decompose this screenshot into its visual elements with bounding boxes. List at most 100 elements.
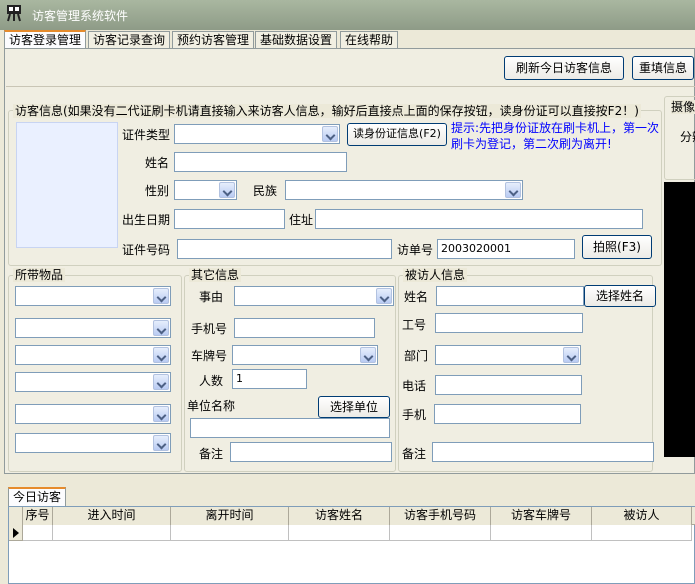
count-input[interactable]: 1 xyxy=(232,369,307,389)
visitee-name-input[interactable] xyxy=(436,286,584,306)
visitee-mobile-label: 手机 xyxy=(402,408,427,422)
grid-cell[interactable] xyxy=(289,525,390,541)
visitee-note-label: 备注 xyxy=(402,447,427,461)
title-bar: 访客管理系统软件 xyxy=(0,0,695,30)
read-id-card-button[interactable]: 读身份证信息(F2) xyxy=(347,123,447,146)
tab-basic-data[interactable]: 基础数据设置 xyxy=(255,31,338,48)
column-header-visitor-plate[interactable]: 访客车牌号 xyxy=(491,507,592,525)
carried-item-select-1[interactable] xyxy=(15,286,171,306)
app-camera-icon xyxy=(7,5,21,22)
grid-cell[interactable] xyxy=(171,525,289,541)
chevron-down-icon[interactable] xyxy=(360,347,376,363)
ethnicity-label: 民族 xyxy=(253,184,278,198)
id-type-label: 证件类型 xyxy=(122,128,171,142)
birth-date-label: 出生日期 xyxy=(122,213,171,227)
chevron-down-icon[interactable] xyxy=(153,320,169,336)
tab-visitor-login[interactable]: 访客登录管理 xyxy=(4,30,87,49)
carried-item-select-2[interactable] xyxy=(15,318,171,338)
carried-item-select-4[interactable] xyxy=(15,372,171,392)
reason-label: 事由 xyxy=(199,290,224,304)
current-row-arrow-icon xyxy=(9,525,23,541)
name-label: 姓名 xyxy=(145,156,170,170)
id-number-input[interactable] xyxy=(177,239,392,259)
camera-label: 摄像 xyxy=(671,100,695,114)
grid-cell[interactable] xyxy=(23,525,53,541)
chevron-down-icon[interactable] xyxy=(505,182,521,198)
visitee-phone-label: 电话 xyxy=(402,379,427,393)
grid-cell[interactable] xyxy=(390,525,491,541)
take-photo-button[interactable]: 拍照(F3) xyxy=(582,235,652,259)
job-number-label: 工号 xyxy=(402,318,427,332)
column-header-enter-time[interactable]: 进入时间 xyxy=(53,507,171,525)
column-header-leave-time[interactable]: 离开时间 xyxy=(171,507,289,525)
reset-form-button[interactable]: 重填信息 xyxy=(632,56,694,80)
plate-label: 车牌号 xyxy=(191,349,228,363)
grid-cell[interactable] xyxy=(491,525,592,541)
window-title: 访客管理系统软件 xyxy=(32,9,129,23)
chevron-down-icon[interactable] xyxy=(153,406,169,422)
today-visitors-grid: 序号 进入时间 离开时间 访客姓名 访客手机号码 访客车牌号 被访人 xyxy=(8,506,695,584)
carried-item-select-3[interactable] xyxy=(15,345,171,365)
visit-number-input[interactable]: 2003020001 xyxy=(437,239,575,259)
visitee-phone-input[interactable] xyxy=(435,375,582,395)
chevron-down-icon[interactable] xyxy=(376,288,392,304)
note-input[interactable] xyxy=(230,442,392,462)
carried-item-select-6[interactable] xyxy=(15,433,171,453)
tab-visitor-records[interactable]: 访客记录查询 xyxy=(88,31,171,48)
visitee-note-input[interactable] xyxy=(432,442,654,462)
chevron-down-icon[interactable] xyxy=(153,347,169,363)
gender-label: 性别 xyxy=(145,184,170,198)
department-label: 部门 xyxy=(404,349,429,363)
visitor-info-legend: 访客信息(如果没有二代证刷卡机请直接输入来访客人信息，输好后直接点上面的保存按钮… xyxy=(13,104,641,118)
count-label: 人数 xyxy=(199,374,224,388)
unit-input[interactable] xyxy=(190,418,390,438)
tab-appointments[interactable]: 预约访客管理 xyxy=(172,31,255,48)
carried-items-legend: 所带物品 xyxy=(13,268,66,282)
note-label: 备注 xyxy=(199,447,224,461)
visitor-photo xyxy=(16,122,118,248)
tab-today-visitors[interactable]: 今日访客 xyxy=(8,487,67,506)
address-label: 住址 xyxy=(289,213,314,227)
select-name-button[interactable]: 选择姓名 xyxy=(584,285,656,307)
chevron-down-icon[interactable] xyxy=(153,435,169,451)
column-header-visitor-name[interactable]: 访客姓名 xyxy=(289,507,390,525)
visitee-name-label: 姓名 xyxy=(404,290,429,304)
chevron-down-icon[interactable] xyxy=(153,288,169,304)
grid-cell[interactable] xyxy=(592,525,692,541)
grid-header: 序号 进入时间 离开时间 访客姓名 访客手机号码 访客车牌号 被访人 xyxy=(9,507,695,525)
carried-item-select-5[interactable] xyxy=(15,404,171,424)
chevron-down-icon[interactable] xyxy=(322,126,338,142)
camera-preview xyxy=(664,182,695,457)
visitee-mobile-input[interactable] xyxy=(434,404,581,424)
department-select[interactable] xyxy=(435,345,581,365)
phone-input[interactable] xyxy=(234,318,375,338)
main-tabs: 访客登录管理 访客记录查询 预约访客管理 基础数据设置 在线帮助 xyxy=(0,30,695,49)
chevron-down-icon[interactable] xyxy=(219,182,235,198)
phone-label: 手机号 xyxy=(191,322,228,336)
other-info-legend: 其它信息 xyxy=(189,268,242,282)
grid-corner xyxy=(9,507,23,525)
chevron-down-icon[interactable] xyxy=(563,347,579,363)
visit-number-label: 访单号 xyxy=(397,243,434,257)
resolution-label: 分辨 xyxy=(680,130,695,144)
column-header-visitee[interactable]: 被访人 xyxy=(592,507,692,525)
birth-date-input[interactable] xyxy=(174,209,285,229)
visitee-info-legend: 被访人信息 xyxy=(403,268,468,282)
id-type-select[interactable] xyxy=(174,124,340,144)
reason-select[interactable] xyxy=(234,286,394,306)
job-number-input[interactable] xyxy=(435,313,583,333)
select-unit-button[interactable]: 选择单位 xyxy=(318,396,390,418)
name-input[interactable] xyxy=(174,152,347,172)
id-number-label: 证件号码 xyxy=(122,243,171,257)
tab-online-help[interactable]: 在线帮助 xyxy=(340,31,399,48)
grid-cell[interactable] xyxy=(53,525,171,541)
column-header-index[interactable]: 序号 xyxy=(23,507,53,525)
refresh-today-button[interactable]: 刷新今日访客信息 xyxy=(504,56,624,80)
plate-select[interactable] xyxy=(232,345,378,365)
address-input[interactable] xyxy=(315,209,643,229)
gender-select[interactable] xyxy=(174,180,237,200)
chevron-down-icon[interactable] xyxy=(153,374,169,390)
ethnicity-select[interactable] xyxy=(285,180,523,200)
column-header-visitor-phone[interactable]: 访客手机号码 xyxy=(390,507,491,525)
id-card-tip: 提示:先把身份证放在刷卡机上，第一次刷卡为登记，第二次刷为离开! xyxy=(451,121,660,151)
